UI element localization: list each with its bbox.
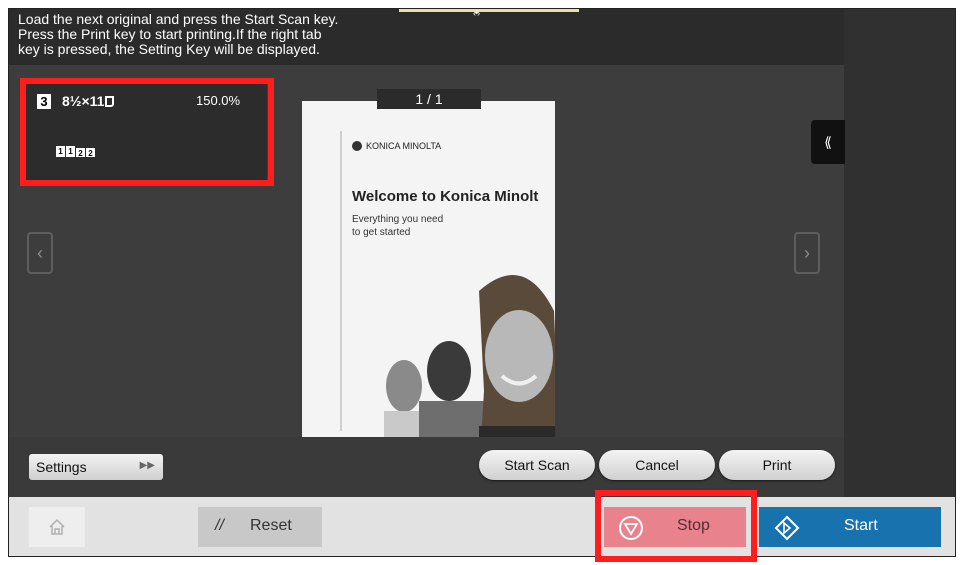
message-line-3: key is pressed, the Setting Key will be … [18,41,320,57]
settings-label: Settings [36,459,87,475]
copier-screen: Load the next original and press the Sta… [8,8,956,557]
preview-headline: Welcome to Konica Minolt [352,188,539,205]
reset-label: Reset [250,517,292,534]
page-counter: 1 / 1 [377,89,481,109]
tagline-line-2: to get started [352,227,411,238]
brand-logo: KONICA MINOLTA [352,141,441,151]
preview-tagline: Everything you need to get started [352,213,443,239]
job-info-highlight [20,78,274,186]
print-button[interactable]: Print [719,450,835,480]
message-line-2: Press the Print key to start printing.If… [18,26,322,42]
brand-name: KONICA MINOLTA [366,141,442,151]
start-scan-button[interactable]: Start Scan [479,450,595,480]
start-button[interactable]: Start [759,507,941,547]
next-page-icon[interactable]: › [794,232,820,274]
top-handle-line [399,9,579,12]
right-side-panel [844,9,955,497]
konica-logo-icon [352,141,362,151]
page-fold-line [340,131,342,431]
instruction-message: Load the next original and press the Sta… [9,9,854,65]
prev-page-icon[interactable]: ‹ [27,232,53,274]
message-line-1: Load the next original and press the Sta… [18,11,339,27]
reset-icon: // [215,517,224,534]
reset-button[interactable]: // Reset [198,507,322,547]
bottom-bar: // Reset Stop Start [9,497,955,556]
home-button[interactable] [29,507,85,547]
cancel-button[interactable]: Cancel [599,450,715,480]
home-icon [49,518,65,535]
start-label: Start [844,517,878,534]
stop-highlight [595,490,757,562]
top-handle-grip-icon[interactable]: ‹•› [473,9,480,18]
settings-button[interactable]: Settings ▶▶ [29,454,163,480]
forward-arrows-icon: ▶▶ [139,460,155,471]
tagline-line-1: Everything you need [352,214,444,225]
collapse-panel-icon[interactable]: ⟪ [811,120,845,164]
start-icon [774,515,800,541]
